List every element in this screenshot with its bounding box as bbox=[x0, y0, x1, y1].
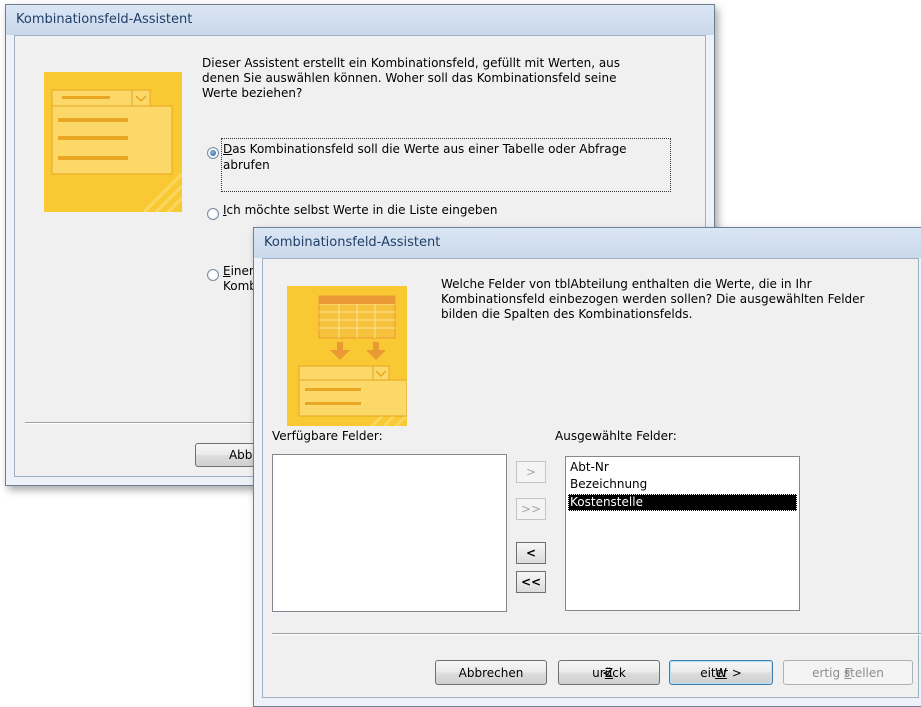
next-button-text: eiter > bbox=[700, 665, 742, 680]
option-table-query-radio[interactable] bbox=[207, 147, 219, 159]
available-fields-label: Verfügbare Felder: bbox=[272, 429, 383, 443]
next-button[interactable]: Weiter > bbox=[669, 660, 773, 685]
combobox-wizard-illustration bbox=[44, 72, 182, 212]
back-intro-text: Dieser Assistent erstellt ein Kombinatio… bbox=[202, 56, 621, 100]
cancel-button[interactable]: Abbrechen bbox=[435, 660, 547, 685]
back-button-text: urück bbox=[592, 665, 626, 680]
back-title-bar[interactable]: Kombinationsfeld-Assistent bbox=[6, 5, 714, 35]
option-own-values-text: ch möchte selbst Werte in die Liste eing… bbox=[226, 203, 498, 217]
finish-button[interactable]: Fertig stellen bbox=[783, 660, 913, 685]
option-find-record-accelerator: E bbox=[223, 264, 231, 278]
option-find-record-label-line2[interactable]: Komb bbox=[223, 279, 257, 294]
option-table-query-label[interactable]: Das Kombinationsfeld soll die Werte aus … bbox=[223, 142, 673, 157]
list-item[interactable]: Bezeichnung bbox=[568, 476, 797, 493]
list-item-selected[interactable]: Kostenstelle bbox=[568, 494, 797, 511]
option-table-query-accelerator: D bbox=[223, 142, 233, 156]
finish-button-text: ertig stellen bbox=[812, 665, 884, 680]
back-button[interactable]: < Zurück bbox=[558, 660, 660, 685]
list-item[interactable]: Abt-Nr bbox=[568, 459, 797, 476]
front-button-separator bbox=[272, 633, 921, 635]
option-own-values-radio[interactable] bbox=[207, 208, 219, 220]
option-own-values-label[interactable]: Ich möchte selbst Werte in die Liste ein… bbox=[223, 203, 497, 218]
front-client-area: Welche Felder von tblAbteilung enthalten… bbox=[262, 258, 921, 698]
table-to-combobox-illustration bbox=[287, 286, 407, 426]
back-window-title: Kombinationsfeld-Assistent bbox=[16, 12, 193, 27]
front-intro-text: Welche Felder von tblAbteilung enthalten… bbox=[441, 277, 865, 321]
selected-fields-listbox[interactable]: Abt-Nr Bezeichnung Kostenstelle bbox=[565, 456, 800, 611]
cancel-button-label: Abbrechen bbox=[458, 665, 524, 680]
remove-field-button[interactable]: < bbox=[516, 542, 546, 564]
option-find-record-label[interactable]: Einen bbox=[223, 264, 257, 279]
option-table-query-label-line2[interactable]: abrufen bbox=[223, 158, 270, 173]
add-field-button[interactable]: > bbox=[516, 461, 546, 483]
add-all-fields-button[interactable]: >> bbox=[516, 498, 546, 520]
remove-all-fields-button[interactable]: << bbox=[516, 571, 546, 593]
option-table-query-text: as Kombinationsfeld soll die Werte aus e… bbox=[232, 142, 627, 156]
front-title-bar[interactable]: Kombinationsfeld-Assistent bbox=[254, 228, 921, 258]
selected-fields-label: Ausgewählte Felder: bbox=[555, 429, 677, 443]
field-selection-wizard-window: Kombinationsfeld-Assistent Welche Felder… bbox=[253, 227, 921, 707]
front-window-title: Kombinationsfeld-Assistent bbox=[264, 235, 441, 250]
available-fields-listbox[interactable] bbox=[272, 454, 507, 612]
option-find-record-radio[interactable] bbox=[207, 269, 219, 281]
